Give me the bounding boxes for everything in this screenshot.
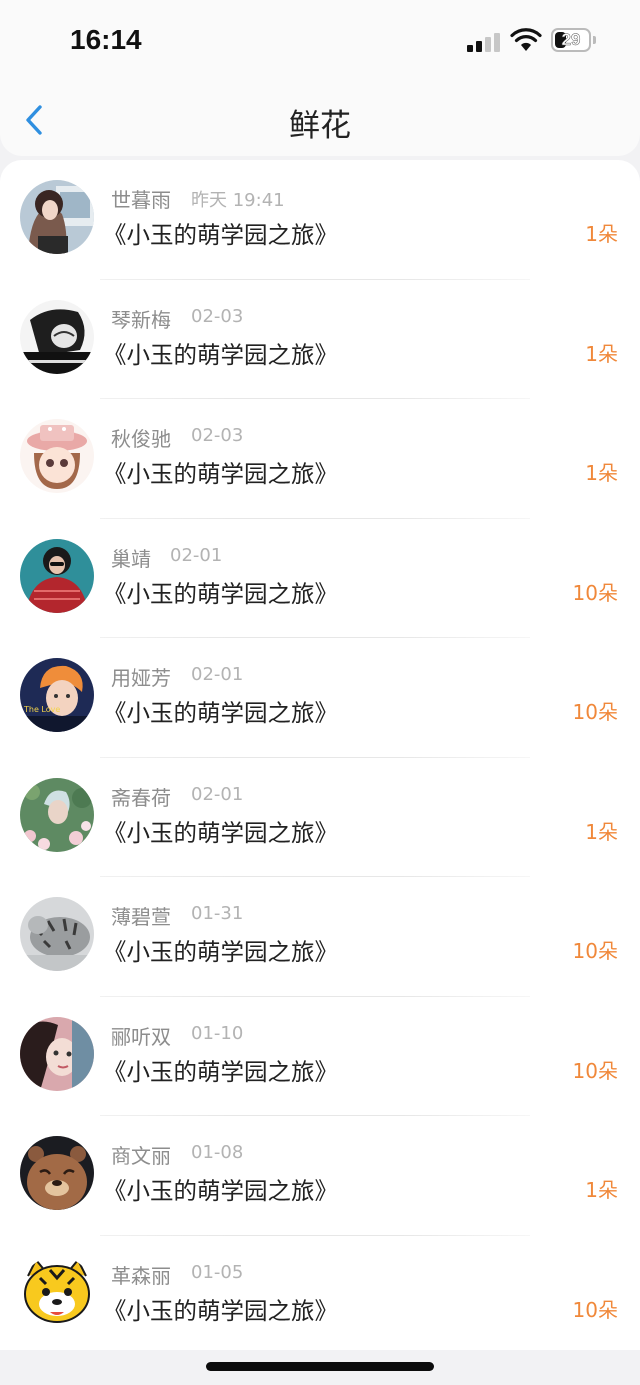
book-title: 《小玉的萌学园之旅》 <box>103 579 338 608</box>
avatar[interactable] <box>20 419 94 493</box>
book-title: 《小玉的萌学园之旅》 <box>103 221 338 249</box>
list-item[interactable]: 斋春荷 02-01 《小玉的萌学园之旅》 1朵 <box>0 758 640 877</box>
status-time: 16:14 <box>70 24 142 55</box>
book-title: 《小玉的萌学园之旅》 <box>103 340 338 369</box>
flower-count: 1朵 <box>585 341 618 366</box>
list-item[interactable]: 世暮雨 昨天 19:41 《小玉的萌学园之旅》 1朵 <box>0 160 640 280</box>
book-title: 《小玉的萌学园之旅》 <box>103 460 338 488</box>
sender-name: 秋俊驰 <box>111 427 171 451</box>
battery-level: 29 <box>561 30 581 50</box>
flower-gift-list: 世暮雨 昨天 19:41 《小玉的萌学园之旅》 1朵 琴新梅 02-03 《小玉… <box>0 160 640 1350</box>
sender-name: 琴新梅 <box>111 307 171 332</box>
list-item[interactable]: 商文丽 01-08 《小玉的萌学园之旅》 1朵 <box>0 1116 640 1236</box>
sender-name: 薄碧萱 <box>111 905 171 929</box>
gift-date: 01-10 <box>191 1022 244 1044</box>
list-item[interactable]: 秋俊驰 02-03 《小玉的萌学园之旅》 1朵 <box>0 399 640 519</box>
flower-count: 1朵 <box>585 1178 618 1202</box>
flower-count: 10朵 <box>572 1297 618 1322</box>
gift-date: 02-01 <box>191 783 244 805</box>
gift-date: 02-03 <box>191 305 244 327</box>
book-title: 《小玉的萌学园之旅》 <box>103 1057 338 1086</box>
sender-name: 郦听双 <box>111 1024 171 1049</box>
sender-name: 斋春荷 <box>111 785 171 810</box>
avatar[interactable] <box>20 1136 94 1210</box>
flower-count: 1朵 <box>585 461 618 485</box>
gift-date: 01-31 <box>191 903 244 924</box>
avatar[interactable] <box>20 1255 94 1330</box>
list-item[interactable]: The Love 用娅芳 02-01 《小玉的萌学园之旅》 10朵 <box>0 638 640 758</box>
flower-count: 10朵 <box>572 939 618 963</box>
gift-date: 01-05 <box>191 1261 244 1283</box>
book-title: 《小玉的萌学园之旅》 <box>103 1177 338 1205</box>
sender-name: 巢靖 <box>111 546 151 571</box>
avatar[interactable] <box>20 897 94 971</box>
sender-name: 商文丽 <box>111 1144 171 1168</box>
book-title: 《小玉的萌学园之旅》 <box>103 1296 338 1325</box>
book-title: 《小玉的萌学园之旅》 <box>103 938 338 966</box>
battery-tip <box>593 36 596 44</box>
page-title: 鲜花 <box>289 108 351 144</box>
wifi-icon <box>510 28 542 51</box>
avatar[interactable] <box>20 777 94 852</box>
list-item[interactable]: 郦听双 01-10 《小玉的萌学园之旅》 10朵 <box>0 997 640 1116</box>
status-bar: 16:14 29 <box>0 0 640 80</box>
battery-icon: 29 <box>551 28 591 52</box>
sender-name: 用娅芳 <box>111 666 171 690</box>
gift-date: 02-01 <box>191 664 244 685</box>
list-item[interactable]: 琴新梅 02-03 《小玉的萌学园之旅》 1朵 <box>0 280 640 399</box>
sender-name: 世暮雨 <box>111 188 171 212</box>
list-item[interactable]: 革森丽 01-05 《小玉的萌学园之旅》 10朵 <box>0 1236 640 1351</box>
sender-name: 革森丽 <box>111 1263 171 1288</box>
avatar[interactable] <box>20 538 94 613</box>
svg-text:The Love: The Love <box>23 705 60 714</box>
gift-date: 02-03 <box>191 425 244 446</box>
book-title: 《小玉的萌学园之旅》 <box>103 818 338 847</box>
home-indicator[interactable] <box>206 1362 434 1371</box>
flower-count: 10朵 <box>572 1058 618 1083</box>
gift-date: 01-08 <box>191 1142 244 1163</box>
avatar[interactable] <box>20 299 94 374</box>
book-title: 《小玉的萌学园之旅》 <box>103 699 338 727</box>
gift-date: 昨天 19:41 <box>191 190 285 211</box>
list-item[interactable]: 巢靖 02-01 《小玉的萌学园之旅》 10朵 <box>0 519 640 638</box>
cellular-signal-icon <box>467 30 501 52</box>
avatar[interactable] <box>20 180 94 254</box>
list-item[interactable]: 薄碧萱 01-31 《小玉的萌学园之旅》 10朵 <box>0 877 640 997</box>
nav-bar: 鲜花 <box>0 80 640 156</box>
flower-count: 1朵 <box>585 222 618 246</box>
flower-count: 1朵 <box>585 819 618 844</box>
avatar[interactable]: The Love <box>20 658 94 732</box>
flower-count: 10朵 <box>572 700 618 724</box>
gift-date: 02-01 <box>170 544 223 566</box>
avatar[interactable] <box>20 1016 94 1091</box>
flower-count: 10朵 <box>572 580 618 605</box>
